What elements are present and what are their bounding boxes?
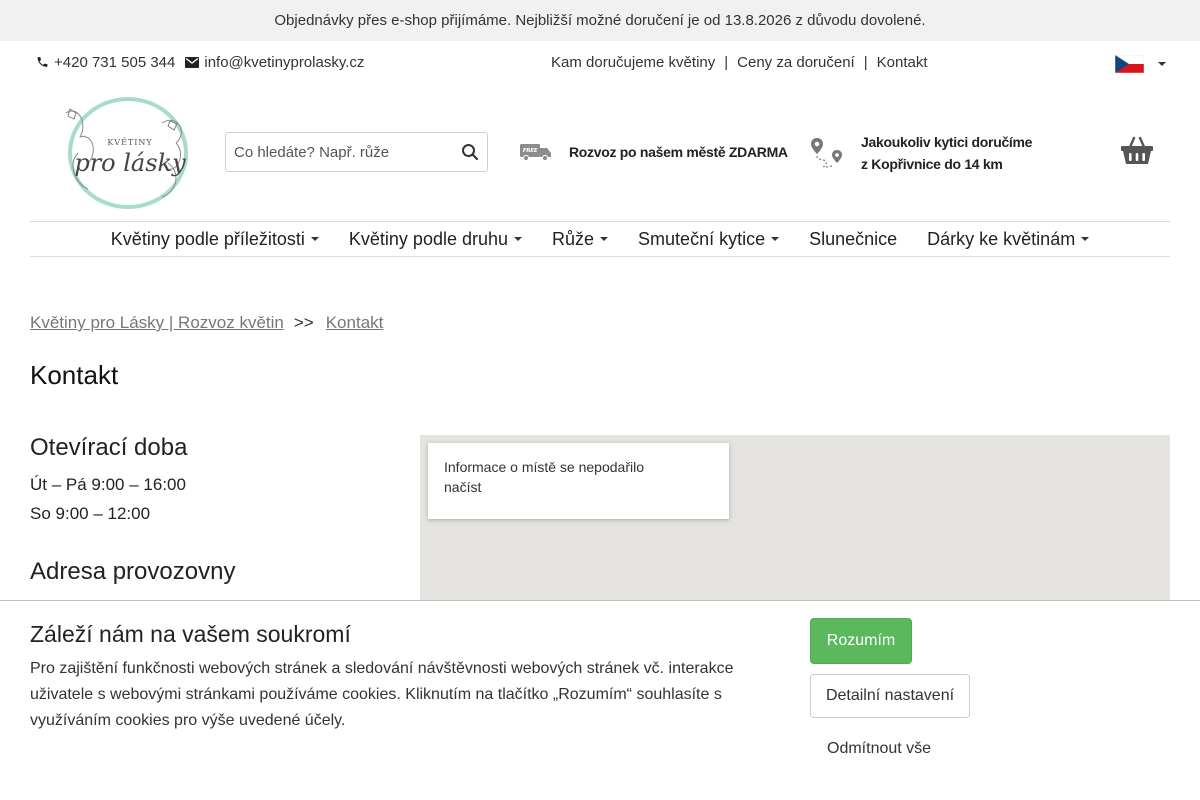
notice-bar: Objednávky přes e-shop přijímáme. Nejbli… <box>0 0 1200 41</box>
nav-item-label: Slunečnice <box>809 228 898 249</box>
nav-item-label: Květiny podle druhu <box>348 228 509 249</box>
search-box <box>225 132 488 172</box>
search-icon <box>462 144 479 161</box>
chevron-down-icon <box>1158 62 1166 66</box>
envelope-icon <box>185 56 200 68</box>
phone-number: +420 731 505 344 <box>54 53 176 71</box>
free-badge: FREE <box>523 148 538 154</box>
top-contact: +420 731 505 344 info@kvetinyprolasky.cz <box>36 41 374 83</box>
email-link[interactable]: info@kvetinyprolasky.cz <box>185 54 364 71</box>
basket-icon <box>1121 136 1153 164</box>
top-link-separator: | <box>724 53 729 71</box>
notice-text: Objednávky přes e-shop přijímáme. Nejbli… <box>274 12 926 29</box>
main-navigation: Květiny podle příležitosti Květiny podle… <box>30 221 1170 257</box>
chevron-down-icon <box>1081 237 1090 241</box>
accept-cookies-button[interactable]: Rozumím <box>810 618 912 664</box>
phone-icon <box>37 57 48 67</box>
language-selector[interactable] <box>1115 55 1166 73</box>
nav-item-by-type[interactable]: Květiny podle druhu <box>348 228 523 250</box>
nav-item-by-occasion[interactable]: Květiny podle příležitosti <box>111 229 319 250</box>
feature-delivery-radius: Jakoukoliv kytici doručíme z Kopřivnice … <box>810 131 1032 175</box>
top-link-delivery-prices[interactable]: Ceny za doručení <box>737 54 855 71</box>
nav-item-gifts[interactable]: Dárky ke květinám <box>927 228 1090 250</box>
opening-hours-line: So 9:00 – 12:00 <box>30 504 151 523</box>
cookie-settings-button[interactable]: Detailní nastavení <box>810 674 970 718</box>
logo-line1: KVĚTINY <box>107 138 152 147</box>
search-button[interactable] <box>461 143 479 161</box>
nav-item-funeral[interactable]: Smuteční kytice <box>638 228 780 250</box>
opening-hours-line: Út – Pá 9:00 – 16:00 <box>30 475 186 494</box>
site-logo[interactable]: KVĚTINY pro lásky <box>58 93 206 213</box>
delivery-truck-icon: FREE <box>520 144 551 162</box>
breadcrumb-current-link[interactable]: Kontakt <box>326 313 384 333</box>
chevron-down-icon <box>310 237 319 241</box>
czech-flag-icon <box>1115 55 1144 73</box>
search-input[interactable] <box>226 133 446 171</box>
chevron-down-icon <box>600 237 609 241</box>
map-error-text: Informace o místě se nepodařilo načíst <box>444 459 644 495</box>
cart-button[interactable] <box>1120 136 1154 166</box>
top-links: Kam doručujeme květiny | Ceny za doručen… <box>551 41 928 83</box>
top-link-separator: | <box>863 53 868 71</box>
route-pin-icon <box>811 138 842 168</box>
breadcrumb: Květiny pro Lásky | Rozvoz květin >> Kon… <box>30 313 383 333</box>
map-embed[interactable]: Informace o místě se nepodařilo načíst <box>420 435 1170 605</box>
breadcrumb-separator: >> <box>293 313 314 332</box>
nav-item-roses[interactable]: Růže <box>552 228 609 250</box>
page-title: Kontakt <box>30 360 119 390</box>
map-info-box: Informace o místě se nepodařilo načíst <box>428 443 729 519</box>
free-delivery-text: Rozvoz po našem městě ZDARMA <box>569 144 788 160</box>
chevron-down-icon <box>514 237 523 241</box>
address-heading: Adresa provozovny <box>30 558 236 585</box>
cookie-text: Pro zajištění funkčnosti webových stráne… <box>30 660 734 729</box>
feature-free-delivery: FREE Rozvoz po našem městě ZDARMA <box>519 140 788 164</box>
breadcrumb-home-link[interactable]: Květiny pro Lásky | Rozvoz květin <box>30 313 284 333</box>
nav-item-label: Smuteční kytice <box>638 228 766 249</box>
cookie-title: Záleží nám na vašem soukromí <box>30 621 351 647</box>
nav-item-label: Dárky ke květinám <box>927 228 1076 249</box>
opening-hours-heading: Otevírací doba <box>30 434 188 461</box>
radius-line2: z Kopřivnice do 14 km <box>861 156 1003 172</box>
top-link-contact[interactable]: Kontakt <box>877 54 928 71</box>
nav-item-label: Květiny podle příležitosti <box>110 228 305 249</box>
chevron-down-icon <box>771 237 780 241</box>
email-address: info@kvetinyprolasky.cz <box>204 53 365 71</box>
nav-item-label: Růže <box>552 228 595 249</box>
nav-item-sunflowers[interactable]: Slunečnice <box>809 229 897 250</box>
top-bar: +420 731 505 344 info@kvetinyprolasky.cz… <box>0 41 1200 83</box>
radius-line1: Jakoukoliv kytici doručíme <box>861 134 1033 150</box>
logo-line2: pro lásky <box>74 149 186 177</box>
reject-cookies-button[interactable]: Odmítnout vše <box>810 729 950 769</box>
phone-link[interactable]: +420 731 505 344 <box>36 54 175 71</box>
top-link-delivery-areas[interactable]: Kam doručujeme květiny <box>551 54 715 71</box>
cookie-consent-panel: Záleží nám na vašem soukromí Pro zajiště… <box>0 600 1200 800</box>
delivery-radius-text: Jakoukoliv kytici doručíme z Kopřivnice … <box>861 131 1032 175</box>
